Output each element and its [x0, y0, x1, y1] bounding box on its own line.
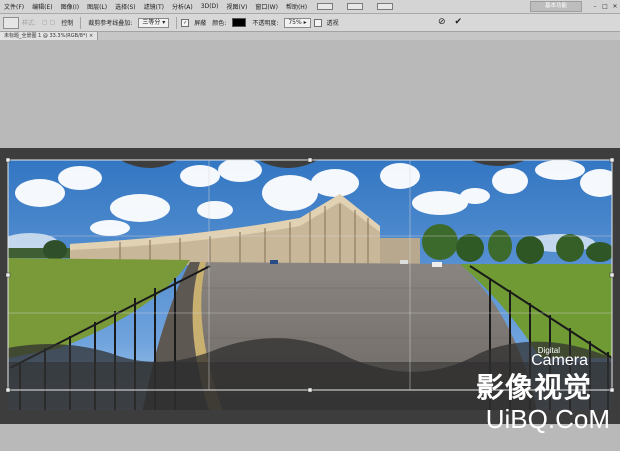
menu-analysis[interactable]: 分析(A)	[168, 2, 197, 11]
menu-edit[interactable]: 编辑(E)	[28, 2, 56, 11]
crop-handle-top[interactable]	[307, 157, 313, 163]
minimize-icon[interactable]: –	[590, 2, 600, 11]
menu-3d[interactable]: 3D(D)	[197, 3, 223, 10]
document-tab-bar: 未标题_全景图 1 @ 33.3%(RGB/8*) ×	[0, 32, 620, 40]
color-label: 颜色:	[212, 20, 227, 27]
close-icon[interactable]: ✕	[610, 2, 620, 11]
overlay-label: 裁剪参考线叠加:	[88, 20, 133, 27]
perspective-checkbox[interactable]	[313, 18, 322, 27]
menu-image[interactable]: 图像(I)	[57, 2, 83, 11]
watermark-url: UiBQ.CoM	[485, 404, 610, 434]
options-bar: 样式: ▢ ▢ 控制 裁剪参考线叠加: 三等分 ▾ ✓ 屏蔽 颜色: 不透明度:…	[0, 14, 620, 32]
menu-bar: 文件(F) 编辑(E) 图像(I) 图层(L) 选择(S) 滤镜(T) 分析(A…	[0, 0, 620, 14]
opacity-label: 不透明度:	[252, 20, 279, 27]
menu-file[interactable]: 文件(F)	[0, 2, 28, 11]
shield-label: 屏蔽	[194, 20, 207, 27]
perspective-label: 透视	[326, 20, 339, 27]
crop-handle-bottom-left[interactable]	[5, 387, 11, 393]
cancel-crop-icon[interactable]: ⊘	[438, 17, 446, 27]
menu-filter[interactable]: 滤镜(T)	[140, 2, 168, 11]
menu-view[interactable]: 视图(V)	[223, 2, 252, 11]
crop-handle-left[interactable]	[5, 272, 11, 278]
separator	[80, 16, 82, 29]
screen-mode-icon[interactable]	[377, 3, 394, 10]
opacity-field[interactable]: 75% ▸	[284, 17, 311, 28]
workspace-switcher[interactable]: 基本功能	[530, 1, 582, 12]
control-label: 控制	[61, 20, 74, 27]
crop-handle-bottom[interactable]	[307, 387, 313, 393]
document-tab[interactable]: 未标题_全景图 1 @ 33.3%(RGB/8*) ×	[0, 32, 99, 40]
menu-layer[interactable]: 图层(L)	[83, 2, 111, 11]
commit-controls: ⊘ ✔	[438, 17, 462, 27]
crop-handle-right[interactable]	[609, 272, 615, 278]
crop-handle-top-left[interactable]	[5, 157, 11, 163]
app-bar-icons	[317, 3, 394, 10]
shield-color-swatch[interactable]	[232, 18, 247, 27]
faded-stepper: ▢ ▢	[42, 19, 56, 26]
opacity-field-value: 75%	[288, 18, 302, 26]
workspace-controls: 基本功能 – □ ✕	[530, 0, 620, 13]
crop-tool-preset-icon[interactable]	[3, 16, 19, 29]
view-extras-icon[interactable]	[317, 3, 334, 10]
shield-checkbox[interactable]: ✓	[181, 18, 190, 27]
menu-window[interactable]: 窗口(W)	[251, 2, 282, 11]
overlay-select-value: 三等分	[142, 18, 161, 26]
faded-style-label: 样式:	[22, 20, 37, 27]
maximize-icon[interactable]: □	[600, 2, 610, 11]
crop-handle-top-right[interactable]	[609, 157, 615, 163]
watermark-chinese: 影像视觉	[475, 371, 592, 404]
menu-select[interactable]: 选择(S)	[111, 2, 140, 11]
arrange-documents-icon[interactable]	[347, 3, 364, 10]
crop-handle-bottom-right[interactable]	[609, 387, 615, 393]
overlay-select[interactable]: 三等分 ▾	[138, 17, 170, 28]
commit-crop-icon[interactable]: ✔	[455, 17, 463, 27]
menu-help[interactable]: 帮助(H)	[282, 2, 311, 11]
separator	[176, 16, 178, 29]
